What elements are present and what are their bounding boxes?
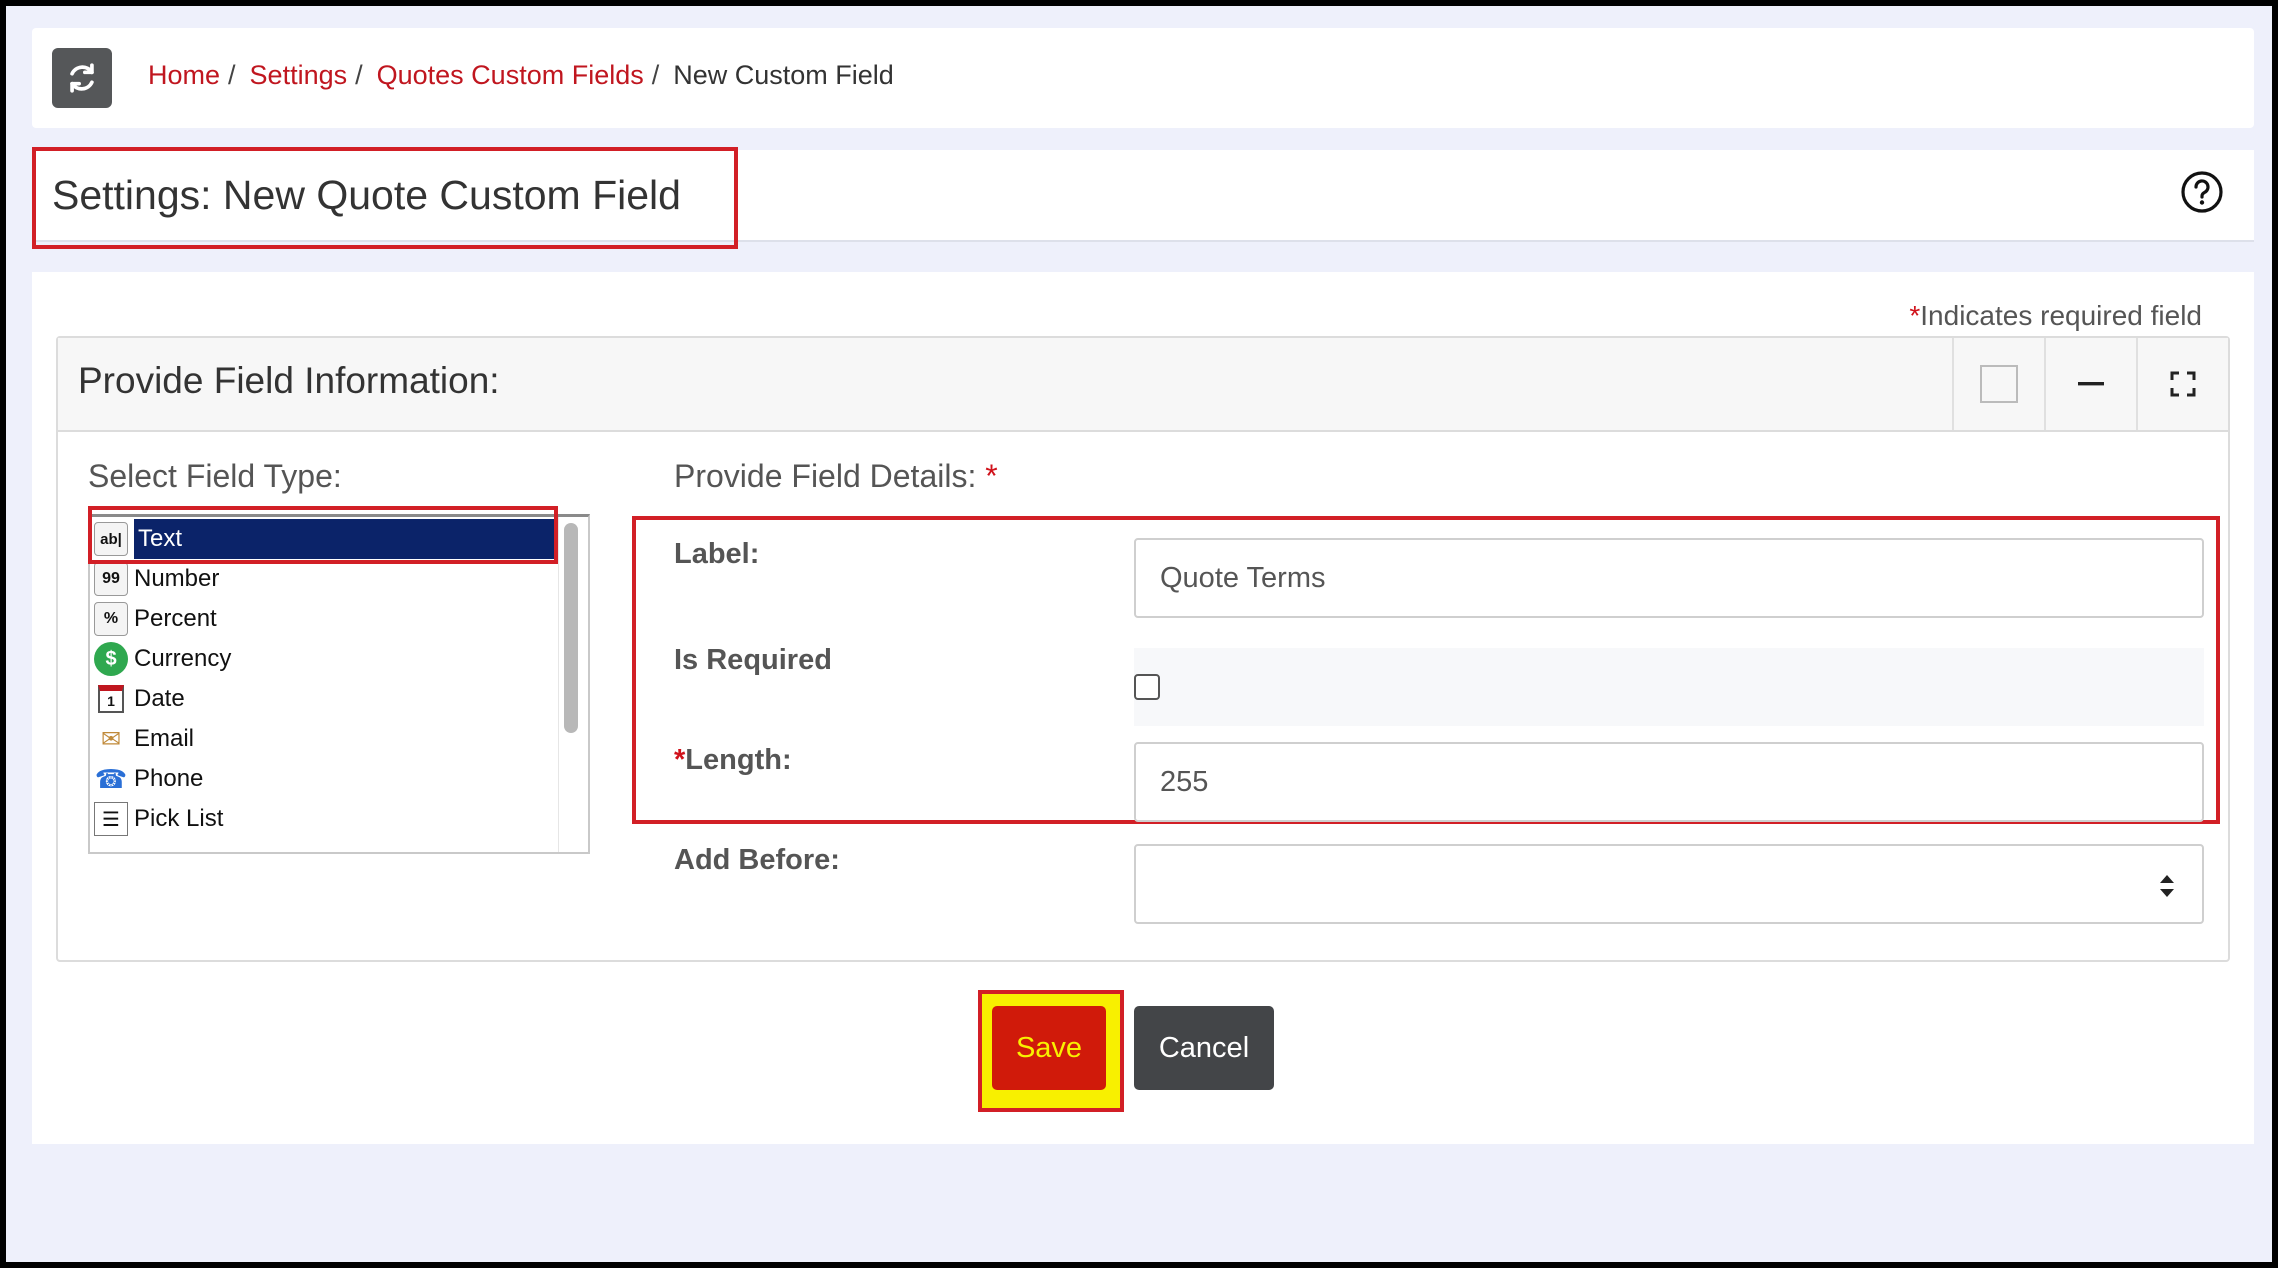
required-star: * bbox=[674, 744, 686, 776]
panel-checkbox-button[interactable] bbox=[1952, 338, 2044, 430]
field-type-label-phone: Phone bbox=[134, 765, 204, 792]
add-before-label: Add Before: bbox=[674, 844, 840, 876]
field-type-option-date[interactable]: 1 Date bbox=[94, 679, 185, 719]
field-type-label-email: Email bbox=[134, 725, 195, 752]
square-icon bbox=[1980, 365, 2018, 403]
save-button[interactable]: Save bbox=[992, 1006, 1106, 1090]
required-note: *Indicates required field bbox=[1909, 300, 2202, 332]
required-note-text: Indicates required field bbox=[1920, 300, 2202, 331]
is-required-label: Is Required bbox=[674, 644, 832, 676]
label-input[interactable]: Quote Terms bbox=[1134, 538, 2204, 618]
add-before-select[interactable] bbox=[1134, 844, 2204, 924]
breadcrumb-home[interactable]: Home bbox=[148, 60, 220, 91]
minus-icon bbox=[2078, 382, 2104, 386]
cancel-button[interactable]: Cancel bbox=[1134, 1006, 1274, 1090]
pick-list-icon: ☰ bbox=[94, 802, 128, 836]
field-info-panel: Provide Field Information: Select Field … bbox=[56, 336, 2230, 962]
field-type-option-pick-list[interactable]: ☰ Pick List bbox=[94, 799, 223, 839]
required-star: * bbox=[985, 458, 998, 494]
breadcrumb: Home / Settings / Quotes Custom Fields /… bbox=[148, 60, 894, 91]
panel-tools bbox=[1952, 338, 2228, 430]
breadcrumb-quotes-custom-fields[interactable]: Quotes Custom Fields bbox=[377, 60, 644, 91]
list-scrollbar[interactable] bbox=[564, 523, 578, 733]
panel-title: Provide Field Information: bbox=[78, 360, 500, 401]
question-circle-icon[interactable] bbox=[2180, 170, 2224, 214]
panel-header: Provide Field Information: bbox=[58, 338, 2228, 432]
breadcrumb-bar: Home / Settings / Quotes Custom Fields /… bbox=[32, 28, 2254, 128]
field-details-label-text: Provide Field Details: bbox=[674, 458, 977, 494]
email-icon: ✉ bbox=[100, 725, 122, 753]
length-input[interactable]: 255 bbox=[1134, 742, 2204, 822]
percent-icon: % bbox=[94, 602, 128, 636]
breadcrumb-separator: / bbox=[355, 60, 363, 90]
is-required-checkbox[interactable] bbox=[1134, 674, 1160, 700]
field-type-label-currency: Currency bbox=[134, 645, 232, 672]
field-type-label-pick-list: Pick List bbox=[134, 805, 224, 832]
fullscreen-button[interactable] bbox=[2136, 338, 2228, 430]
breadcrumb-settings[interactable]: Settings bbox=[250, 60, 348, 91]
field-type-option-number[interactable]: 99 Number bbox=[94, 559, 219, 599]
breadcrumb-separator: / bbox=[228, 60, 236, 90]
field-type-option-currency[interactable]: $ Currency bbox=[94, 639, 231, 679]
expand-icon bbox=[2170, 371, 2196, 397]
field-type-label-date: Date bbox=[134, 685, 185, 712]
field-type-label: Select Field Type: bbox=[88, 458, 342, 494]
length-label-text: Length: bbox=[685, 744, 792, 776]
form-card: *Indicates required field Provide Field … bbox=[32, 272, 2254, 1144]
label-field-label: Label: bbox=[674, 538, 760, 570]
field-type-label-percent: Percent bbox=[134, 605, 217, 632]
currency-icon: $ bbox=[94, 642, 128, 676]
field-type-option-phone[interactable]: ☎ Phone bbox=[94, 759, 204, 799]
refresh-button[interactable] bbox=[52, 48, 112, 108]
text-option-highlight-box bbox=[88, 506, 558, 564]
breadcrumb-current: New Custom Field bbox=[673, 60, 894, 90]
field-type-option-percent[interactable]: % Percent bbox=[94, 599, 217, 639]
page-header: Settings: New Quote Custom Field bbox=[32, 147, 2254, 249]
select-arrows-icon bbox=[2160, 875, 2174, 897]
field-details-label: Provide Field Details: * bbox=[674, 458, 998, 495]
page-title: Settings: New Quote Custom Field bbox=[52, 172, 681, 218]
refresh-icon bbox=[70, 63, 94, 93]
calendar-icon: 1 bbox=[98, 685, 124, 713]
number-icon: 99 bbox=[94, 562, 128, 596]
app-frame: Home / Settings / Quotes Custom Fields /… bbox=[0, 0, 2278, 1268]
button-row: Save Cancel bbox=[32, 990, 2254, 1112]
length-field-label: *Length: bbox=[674, 744, 792, 777]
phone-icon: ☎ bbox=[94, 763, 128, 794]
field-type-option-email[interactable]: ✉ Email bbox=[94, 719, 194, 759]
breadcrumb-separator: / bbox=[651, 60, 660, 90]
field-type-label-number: Number bbox=[134, 565, 220, 592]
field-type-list[interactable]: ab| Text 99 Number % Percent $ Currency … bbox=[88, 514, 590, 854]
collapse-button[interactable] bbox=[2044, 338, 2136, 430]
required-star: * bbox=[1909, 300, 1921, 331]
is-required-row bbox=[1134, 648, 2204, 726]
